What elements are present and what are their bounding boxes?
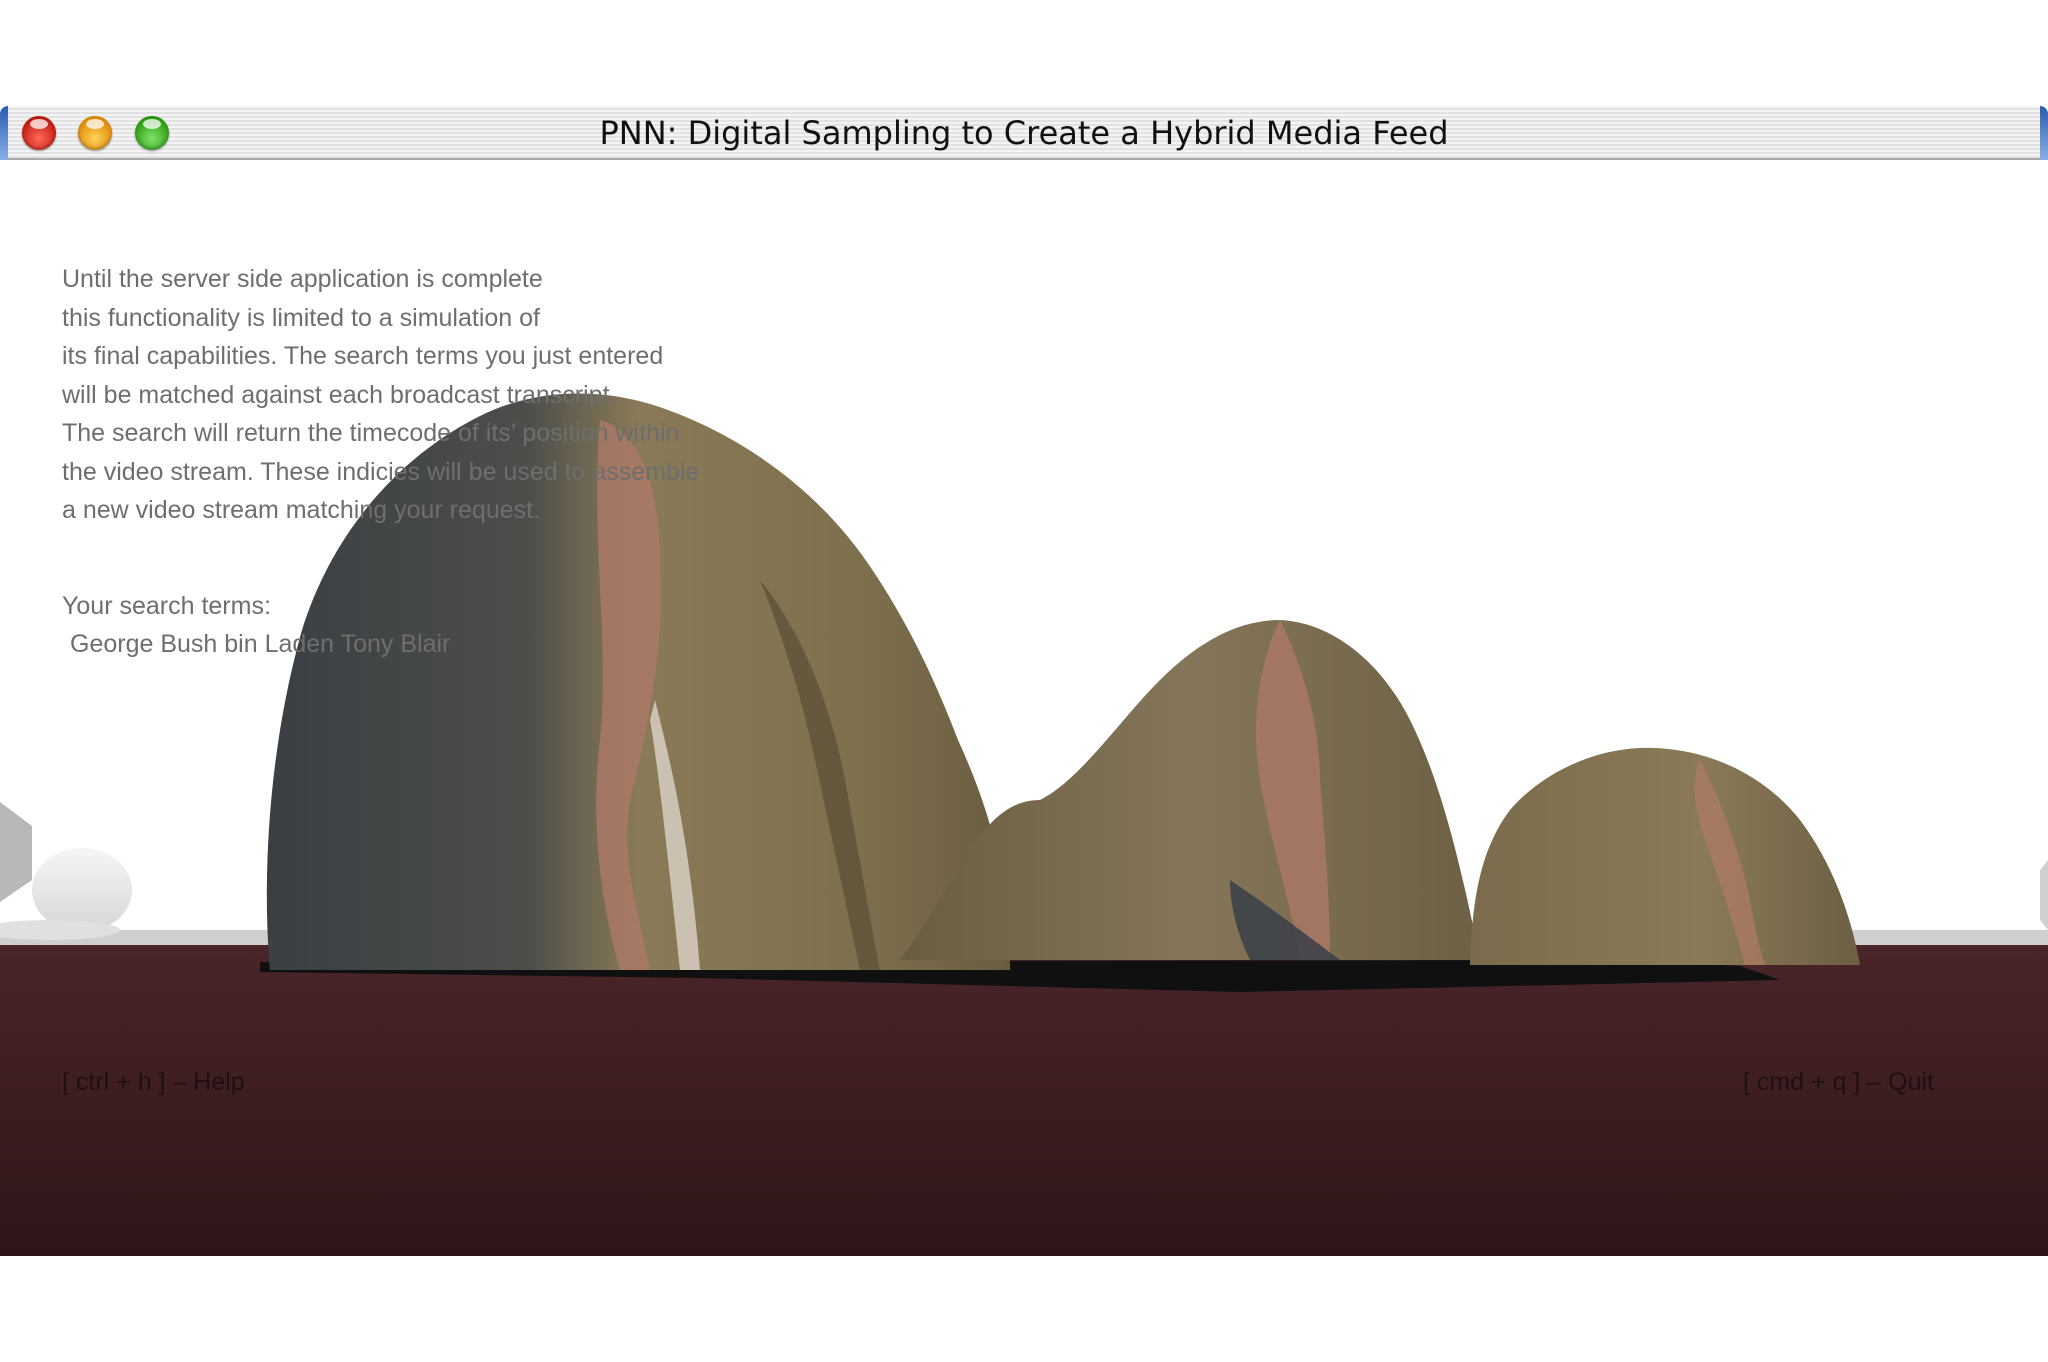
help-shortcut-hint: [ ctrl + h ] – Help: [62, 1068, 245, 1096]
application-window: PNN: Digital Sampling to Create a Hybrid…: [0, 106, 2048, 1256]
info-line: its final capabilities. The search terms…: [62, 342, 664, 370]
info-line: Until the server side application is com…: [62, 265, 543, 293]
search-terms-label: Your search terms:: [62, 592, 271, 620]
floor-plane: [0, 945, 2048, 1256]
info-line: the video stream. These indicies will be…: [62, 457, 700, 486]
right-edge-object: [2040, 860, 2048, 930]
info-line: a new video stream matching your request…: [62, 496, 541, 524]
window-title: PNN: Digital Sampling to Create a Hybrid…: [599, 114, 1449, 152]
simulation-info-text: Until the server side application is com…: [62, 260, 762, 530]
info-line: will be matched against each broadcast t…: [62, 380, 617, 409]
viewport[interactable]: Until the server side application is com…: [0, 160, 2048, 1256]
info-line: The search will return the timecode of i…: [62, 419, 680, 447]
left-edge-object: [0, 802, 32, 902]
search-terms-value: George Bush bin Laden Tony Blair: [70, 630, 451, 658]
morph-blob-middle: [900, 620, 1480, 960]
info-line: this functionality is limited to a simul…: [62, 303, 540, 332]
cloud-shape: [32, 848, 132, 932]
title-bar[interactable]: PNN: Digital Sampling to Create a Hybrid…: [0, 106, 2048, 160]
morph-blob-small: [1470, 747, 1860, 965]
quit-shortcut-hint: [ cmd + q ] – Quit: [1742, 1068, 1934, 1096]
